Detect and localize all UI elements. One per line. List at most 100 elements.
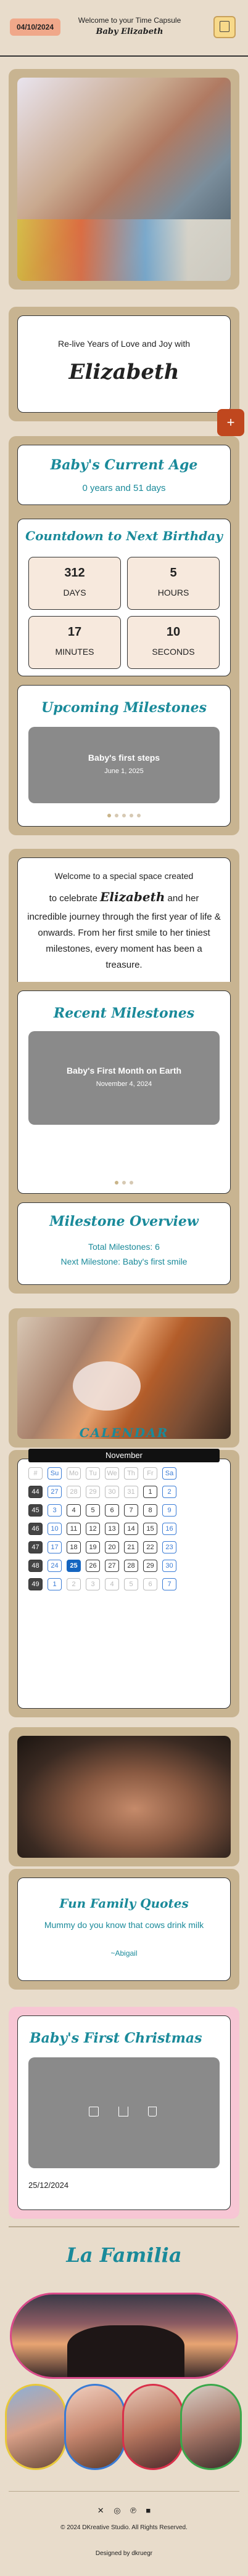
calendar-day[interactable]: 29 — [86, 1486, 100, 1498]
age-value: 0 years and 51 days — [82, 483, 166, 493]
overview-next: Next Milestone: Baby's first smile — [60, 1257, 188, 1266]
calendar-day[interactable]: 14 — [124, 1523, 138, 1535]
calendar-day[interactable]: 27 — [48, 1486, 62, 1498]
calendar-day[interactable]: 21 — [124, 1541, 138, 1553]
calendar-day[interactable]: 16 — [162, 1523, 176, 1535]
calendar-day[interactable]: 31 — [124, 1486, 138, 1498]
intro-subtitle: Re-live Years of Love and Joy with — [57, 339, 190, 349]
edit-icon[interactable] — [89, 2107, 99, 2116]
social-icons: ✕ ◎ ℗ ■ — [0, 2506, 248, 2516]
calendar-day[interactable]: 1 — [48, 1578, 62, 1590]
calendar-day[interactable]: 7 — [124, 1504, 138, 1517]
calendar-day[interactable]: 10 — [48, 1523, 62, 1535]
calendar-day[interactable]: 1 — [143, 1486, 157, 1498]
welcome-line2b: and her — [167, 893, 199, 904]
days-label: DAYS — [63, 588, 86, 597]
calendar-day-header: Th — [124, 1467, 138, 1480]
welcome-line2a: to celebrate — [49, 893, 97, 904]
recent-title: Recent Milestones — [53, 1005, 195, 1021]
calendar-day-header: Mo — [67, 1467, 81, 1480]
photo3 — [17, 1736, 231, 1858]
date-badge[interactable]: 04/10/2024 — [10, 18, 60, 36]
calendar-day[interactable]: 29 — [143, 1560, 157, 1572]
calendar-day[interactable]: 12 — [86, 1523, 100, 1535]
age-inner — [17, 445, 231, 505]
menu-icon — [220, 21, 229, 32]
intro-name: Elizabeth — [68, 360, 180, 384]
calendar-day[interactable]: 5 — [86, 1504, 100, 1517]
pinterest-icon[interactable]: ℗ — [130, 2506, 136, 2515]
overview-total: Total Milestones: 6 — [88, 1242, 160, 1252]
minutes-box: 17 MINUTES — [28, 616, 121, 669]
calendar-day[interactable]: 3 — [86, 1578, 100, 1590]
photo2-hat — [73, 1361, 141, 1411]
calendar-day[interactable]: 20 — [105, 1541, 119, 1553]
calendar-day-header: Su — [48, 1467, 62, 1480]
calendar-day[interactable]: 24 — [48, 1560, 62, 1572]
calendar-month[interactable]: November — [28, 1449, 220, 1462]
dot[interactable] — [130, 814, 133, 817]
calendar-day[interactable]: 8 — [143, 1504, 157, 1517]
calendar-day[interactable]: 15 — [143, 1523, 157, 1535]
dot[interactable] — [115, 814, 118, 817]
christmas-date: 25/12/2024 — [28, 2181, 69, 2190]
calendar-day[interactable]: 5 — [124, 1578, 138, 1590]
calendar-day[interactable]: 7 — [162, 1578, 176, 1590]
instagram-icon[interactable]: ◎ — [114, 2506, 120, 2515]
hours-value: 5 — [170, 566, 177, 580]
calendar-day[interactable]: 18 — [67, 1541, 81, 1553]
upcoming-title: Upcoming Milestones — [41, 700, 207, 716]
calendar-day[interactable]: 3 — [48, 1504, 62, 1517]
calendar-day[interactable]: 27 — [105, 1560, 119, 1572]
welcome-line2: to celebrate Elizabeth and her — [25, 889, 223, 904]
calendar-day[interactable]: 22 — [143, 1541, 157, 1553]
upcoming-carousel-dots[interactable] — [17, 809, 231, 820]
calendar-day[interactable]: 28 — [67, 1486, 81, 1498]
behance-icon[interactable]: ■ — [146, 2506, 151, 2515]
calendar-day[interactable]: 9 — [162, 1504, 176, 1517]
dot[interactable] — [122, 1181, 126, 1185]
days-value: 312 — [64, 566, 85, 580]
recent-item-date: November 4, 2024 — [96, 1080, 152, 1088]
calendar-day[interactable]: 4 — [67, 1504, 81, 1517]
seconds-box: 10 SECONDS — [127, 616, 220, 669]
share-icon[interactable] — [118, 2107, 128, 2116]
family-photo-1 — [5, 2384, 67, 2470]
calendar-day[interactable]: 30 — [105, 1486, 119, 1498]
calendar-day[interactable]: 19 — [86, 1541, 100, 1553]
upcoming-item[interactable]: Baby's first steps June 1, 2025 — [28, 727, 220, 803]
designed-by[interactable]: Designed by dkruegr — [0, 2550, 248, 2557]
x-icon[interactable]: ✕ — [97, 2506, 104, 2515]
calendar-day[interactable]: 25 — [67, 1560, 81, 1572]
calendar-day[interactable]: 4 — [105, 1578, 119, 1590]
calendar-day[interactable]: 6 — [143, 1578, 157, 1590]
calendar-day[interactable]: 28 — [124, 1560, 138, 1572]
dot[interactable] — [115, 1181, 118, 1185]
seconds-value: 10 — [166, 625, 181, 639]
calendar-day-header: We — [105, 1467, 119, 1480]
calendar-day[interactable]: 6 — [105, 1504, 119, 1517]
welcome-rest: incredible journey through the first yea… — [27, 912, 221, 970]
calendar-day[interactable]: 13 — [105, 1523, 119, 1535]
add-button[interactable]: + — [217, 409, 244, 436]
calendar-day-header: Sa — [162, 1467, 176, 1480]
recent-carousel-dots[interactable] — [17, 1177, 231, 1188]
recent-item[interactable]: Baby's First Month on Earth November 4, … — [28, 1031, 220, 1125]
family-photo-4 — [180, 2384, 242, 2470]
photo2 — [17, 1317, 231, 1439]
delete-icon[interactable] — [148, 2107, 157, 2116]
dot[interactable] — [122, 814, 126, 817]
dot[interactable] — [130, 1181, 133, 1185]
dot[interactable] — [137, 814, 141, 817]
calendar-day[interactable]: 23 — [162, 1541, 176, 1553]
calendar-day[interactable]: 17 — [48, 1541, 62, 1553]
calendar-day[interactable]: 2 — [67, 1578, 81, 1590]
calendar-day[interactable]: 30 — [162, 1560, 176, 1572]
quotes-title: Fun Family Quotes — [59, 1896, 189, 1911]
hours-box: 5 HOURS — [127, 557, 220, 610]
calendar-day[interactable]: 2 — [162, 1486, 176, 1498]
upcoming-item-title: Baby's first steps — [88, 753, 160, 763]
calendar-day[interactable]: 11 — [67, 1523, 81, 1535]
dot[interactable] — [107, 814, 111, 817]
calendar-day[interactable]: 26 — [86, 1560, 100, 1572]
